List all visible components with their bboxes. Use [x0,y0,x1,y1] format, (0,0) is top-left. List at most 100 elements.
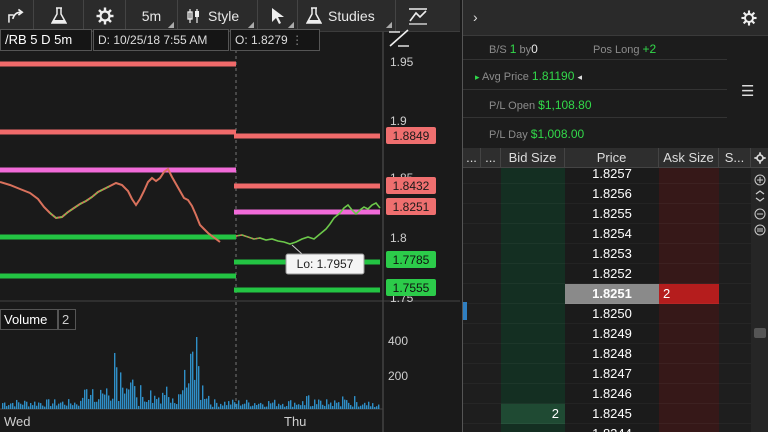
zoom-in-icon[interactable] [754,174,766,186]
ladder-cell[interactable] [719,384,751,404]
ask-size-cell[interactable] [659,304,719,324]
ladder-cell[interactable] [463,204,481,224]
expand-chevron-icon[interactable]: › [473,9,478,25]
ladder-row[interactable]: 1.8248 [463,344,751,364]
ladder-cell[interactable] [719,364,751,384]
ladder-cell[interactable] [463,324,481,344]
reset-icon[interactable] [754,224,766,236]
ask-size-cell[interactable] [659,244,719,264]
ladder-cell[interactable] [463,244,481,264]
ask-size-cell[interactable]: 2 [659,284,719,304]
column-header[interactable]: S... [719,148,751,168]
ask-size-cell[interactable] [659,204,719,224]
center-icon[interactable] [754,190,766,202]
ladder-cell[interactable] [481,244,501,264]
ask-size-cell[interactable] [659,224,719,244]
ladder-row[interactable]: 1.8255 [463,204,751,224]
bid-size-cell[interactable] [501,168,565,184]
ladder-cell[interactable] [719,304,751,324]
ladder-row[interactable]: 1.8250 [463,304,751,324]
ladder-row[interactable]: 1.8254 [463,224,751,244]
ladder-cell[interactable] [481,204,501,224]
ladder-row[interactable]: 1.8256 [463,184,751,204]
price-ladder[interactable]: 1.8257 1.8256 1.8255 1.8254 1.8253 1.8252 1.82… [463,168,751,432]
ladder-cell[interactable] [719,224,751,244]
ask-size-cell[interactable] [659,168,719,184]
ladder-cell[interactable] [481,224,501,244]
gear-icon[interactable] [741,10,757,26]
ladder-row[interactable]: 1.8249 [463,324,751,344]
price-cell[interactable]: 1.8250 [565,304,659,324]
ladder-cell[interactable] [463,404,481,424]
bid-size-cell[interactable] [501,244,565,264]
ladder-row[interactable]: 1.8244 [463,424,751,432]
ladder-cell[interactable] [463,184,481,204]
ladder-cell[interactable] [481,304,501,324]
ladder-cell[interactable] [719,244,751,264]
ladder-cell[interactable] [463,424,481,432]
bid-size-cell[interactable] [501,324,565,344]
price-cell[interactable]: 1.8246 [565,384,659,404]
ladder-cell[interactable] [463,384,481,404]
ask-size-cell[interactable] [659,364,719,384]
ask-size-cell[interactable] [659,324,719,344]
bid-size-cell[interactable] [501,224,565,244]
ladder-cell[interactable] [481,364,501,384]
zoom-out-icon[interactable] [754,208,766,220]
price-cell[interactable]: 1.8249 [565,324,659,344]
ladder-cell[interactable] [719,264,751,284]
bid-size-cell[interactable] [501,304,565,324]
bid-size-cell[interactable] [501,384,565,404]
ladder-row[interactable]: 1.8252 [463,264,751,284]
ladder-row[interactable]: 1.8253 [463,244,751,264]
ladder-row[interactable]: 1.8246 [463,384,751,404]
cursor-tool-button[interactable]: ◢ [258,0,298,32]
ask-size-cell[interactable] [659,384,719,404]
column-header-price[interactable]: Price [565,148,659,168]
column-header[interactable]: ... [463,148,481,168]
column-header-ask-size[interactable]: Ask Size [659,148,719,168]
flask-button[interactable] [34,0,84,32]
ladder-cell[interactable] [719,404,751,424]
ladder-cell[interactable] [463,264,481,284]
ladder-cell[interactable] [463,224,481,244]
ask-size-cell[interactable] [659,184,719,204]
price-cell[interactable]: 1.8257 [565,168,659,184]
ladder-cell[interactable] [481,384,501,404]
bid-size-cell[interactable] [501,204,565,224]
gear-icon[interactable] [754,152,766,164]
ladder-cell[interactable] [719,204,751,224]
price-chart[interactable]: 1.95 1.9 1.85 1.8 1.75 400 200 Wed Thu 1… [0,32,460,432]
ladder-cell[interactable] [481,324,501,344]
ladder-cell[interactable] [481,404,501,424]
ladder-row[interactable]: 1.8251 2 [463,284,751,304]
drawing-tool-button[interactable] [384,26,414,50]
timeframe-selector[interactable]: 5m ◢ [126,0,178,32]
ladder-cell[interactable] [481,168,501,184]
ask-size-cell[interactable] [659,404,719,424]
price-cell[interactable]: 1.8252 [565,264,659,284]
share-button[interactable] [0,0,34,32]
settings-button[interactable] [84,0,126,32]
price-cell[interactable]: 1.8253 [565,244,659,264]
ask-size-cell[interactable] [659,264,719,284]
bid-size-cell[interactable] [501,184,565,204]
ladder-cell[interactable] [719,284,751,304]
ladder-row[interactable]: 1.8257 [463,168,751,184]
bid-size-cell[interactable] [501,424,565,432]
price-cell[interactable]: 1.8254 [565,224,659,244]
ladder-cell[interactable] [719,324,751,344]
ladder-cell[interactable] [719,168,751,184]
bid-size-cell[interactable]: 2 [501,404,565,424]
scrollbar-thumb[interactable] [754,328,766,338]
bid-size-cell[interactable] [501,344,565,364]
ladder-cell[interactable] [481,264,501,284]
symbol-field[interactable]: /RB 5 D 5m [0,29,92,51]
ladder-row[interactable]: 2 1.8245 [463,404,751,424]
ask-size-cell[interactable] [659,344,719,364]
bid-size-cell[interactable] [501,364,565,384]
price-cell[interactable]: 1.8244 [565,424,659,432]
ladder-cell[interactable] [481,344,501,364]
price-cell[interactable]: 1.8251 [565,284,659,304]
list-menu-icon[interactable]: ☰ [741,82,754,100]
